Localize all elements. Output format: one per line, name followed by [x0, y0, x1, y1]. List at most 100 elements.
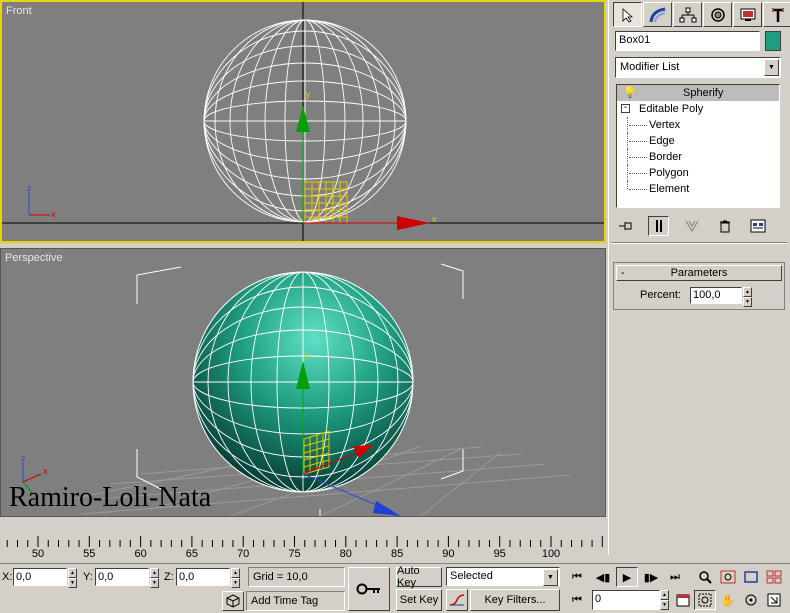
- make-unique-icon: [685, 220, 699, 232]
- tree-line: [627, 117, 628, 133]
- spinner-up-icon[interactable]: ▲: [231, 568, 240, 578]
- field-of-view-button[interactable]: [694, 590, 716, 610]
- z-spinner[interactable]: ▲ ▼: [231, 568, 240, 588]
- tab-create[interactable]: [613, 2, 642, 27]
- parameters-rollout-header[interactable]: - Parameters: [616, 265, 782, 281]
- stack-item-label: Polygon: [649, 167, 689, 179]
- display-icon: [740, 8, 755, 21]
- y-coord-input[interactable]: 0,0: [95, 568, 149, 586]
- dropdown-arrow-icon[interactable]: ▼: [543, 569, 558, 586]
- spinner-down-icon[interactable]: ▼: [150, 578, 159, 588]
- stack-item-element[interactable]: Element: [617, 181, 779, 197]
- time-tag-button[interactable]: [222, 591, 244, 611]
- maximize-viewport-button[interactable]: [763, 590, 785, 610]
- spinner-down-icon[interactable]: ▼: [743, 297, 752, 307]
- ruler-tick-label: 65: [185, 548, 199, 560]
- show-end-result-button[interactable]: [648, 216, 670, 236]
- percent-input[interactable]: 100,0: [690, 287, 742, 304]
- utilities-icon: [771, 7, 784, 22]
- command-panel-tabs: [613, 2, 790, 27]
- selection-box: [304, 181, 348, 224]
- stack-item-edge[interactable]: Edge: [617, 133, 779, 149]
- tree-line: [629, 173, 647, 174]
- x-coord-label: X:: [2, 571, 13, 583]
- go-to-end-button[interactable]: ⏭: [664, 567, 686, 587]
- cube-icon: [226, 594, 240, 608]
- key-selection-dropdown[interactable]: Selected ▼: [446, 567, 560, 586]
- play-button[interactable]: ▶: [616, 567, 638, 587]
- lightbulb-icon[interactable]: 💡: [623, 85, 637, 101]
- key-mode-toggle-button[interactable]: ⏮: [566, 590, 588, 610]
- configure-modifier-sets-button[interactable]: [748, 216, 769, 236]
- tree-line: [627, 149, 628, 165]
- spinner-up-icon[interactable]: ▲: [68, 568, 77, 578]
- viewport-label-front[interactable]: Front: [6, 5, 32, 17]
- tab-display[interactable]: [733, 2, 762, 27]
- object-name-input[interactable]: Box01: [615, 31, 760, 51]
- stack-item-spherify[interactable]: 💡 Spherify: [617, 85, 779, 101]
- percent-spinner[interactable]: ▲ ▼: [743, 287, 752, 307]
- modifier-list-dropdown[interactable]: Modifier List ▼: [615, 57, 781, 78]
- current-frame-input[interactable]: 0: [592, 590, 660, 610]
- command-panel: Box01 Modifier List ▼ 💡 Spherify - Edita…: [608, 0, 790, 555]
- configure-icon: [750, 219, 766, 233]
- frame-spinner[interactable]: ▲ ▼: [660, 590, 669, 610]
- previous-frame-button[interactable]: ◀▮: [592, 567, 614, 587]
- collapse-minus-icon[interactable]: -: [621, 103, 630, 113]
- zoom-button[interactable]: [694, 567, 716, 587]
- spinner-up-icon[interactable]: ▲: [150, 568, 159, 578]
- spinner-up-icon[interactable]: ▲: [660, 590, 669, 600]
- pin-stack-button[interactable]: [615, 216, 636, 236]
- ruler-tick-label: 55: [83, 548, 96, 560]
- time-config-icon: [676, 594, 690, 607]
- tab-hierarchy[interactable]: [673, 2, 702, 27]
- field-of-view-icon: [698, 593, 712, 607]
- default-tangent-button[interactable]: [446, 589, 468, 611]
- tab-utilities[interactable]: [763, 2, 790, 27]
- stack-item-polygon[interactable]: Polygon: [617, 165, 779, 181]
- pan-button[interactable]: ✋: [717, 590, 739, 610]
- set-key-mode-button[interactable]: [348, 567, 390, 611]
- viewport-label-perspective[interactable]: Perspective: [5, 252, 62, 264]
- collapse-rollout-icon: -: [621, 267, 625, 279]
- spinner-up-icon[interactable]: ▲: [743, 287, 752, 297]
- arc-rotate-button[interactable]: [740, 590, 762, 610]
- go-to-end-icon: ⏭: [670, 570, 680, 583]
- zoom-icon: [699, 571, 712, 584]
- zoom-extents-button[interactable]: [740, 567, 762, 587]
- spinner-down-icon[interactable]: ▼: [68, 578, 77, 588]
- dropdown-arrow-icon[interactable]: ▼: [764, 59, 779, 76]
- viewport-perspective[interactable]: y z x Perspective Ramiro-Loli-Nata: [0, 248, 606, 517]
- viewport-front[interactable]: y x z x Front: [0, 0, 606, 243]
- auto-key-button[interactable]: Auto Key: [396, 565, 442, 589]
- set-key-button[interactable]: Set Key: [396, 589, 442, 611]
- spinner-down-icon[interactable]: ▼: [231, 578, 240, 588]
- object-color-swatch[interactable]: [765, 31, 781, 51]
- make-unique-button[interactable]: [681, 216, 702, 236]
- tab-modify[interactable]: [643, 2, 672, 27]
- time-ruler[interactable]: 50 55 60 65 70 75 80 85 90 95 100: [0, 530, 606, 562]
- x-coord-input[interactable]: 0,0: [13, 568, 67, 586]
- add-time-tag-field[interactable]: Add Time Tag: [246, 591, 345, 611]
- remove-modifier-button[interactable]: [715, 216, 736, 236]
- z-coord-input[interactable]: 0,0: [176, 568, 230, 586]
- tab-motion[interactable]: [703, 2, 732, 27]
- zoom-extents-all-button[interactable]: [763, 567, 785, 587]
- y-spinner[interactable]: ▲ ▼: [150, 568, 159, 588]
- stack-item-vertex[interactable]: Vertex: [617, 117, 779, 133]
- zoom-all-button[interactable]: [717, 567, 739, 587]
- x-spinner[interactable]: ▲ ▼: [68, 568, 77, 588]
- spinner-down-icon[interactable]: ▼: [660, 600, 669, 610]
- rollout-title: Parameters: [670, 267, 728, 279]
- key-filters-button[interactable]: Key Filters...: [470, 589, 560, 611]
- tree-line: [629, 141, 647, 142]
- key-mode-icon: ⏮: [572, 593, 582, 606]
- stack-item-editable-poly[interactable]: - Editable Poly: [617, 101, 779, 117]
- stack-item-border[interactable]: Border: [617, 149, 779, 165]
- next-frame-button[interactable]: ▮▶: [640, 567, 662, 587]
- grid-readout: Grid = 10,0: [248, 567, 345, 587]
- ruler-tick-label: 70: [237, 548, 250, 560]
- go-to-start-button[interactable]: ⏮: [566, 567, 588, 587]
- tree-line: [629, 157, 647, 158]
- time-configuration-button[interactable]: [672, 590, 694, 610]
